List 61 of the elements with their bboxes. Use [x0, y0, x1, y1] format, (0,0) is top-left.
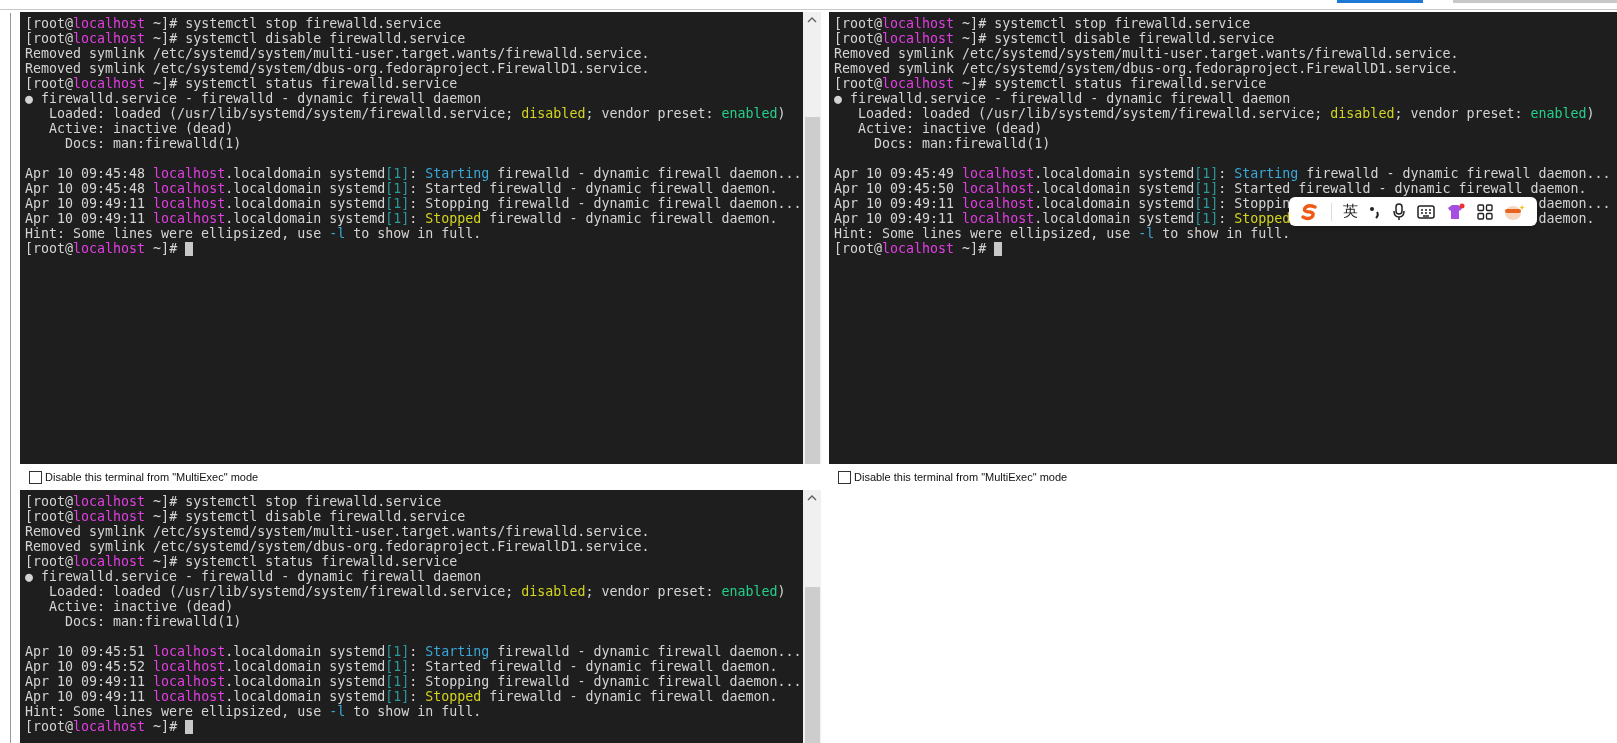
terminal-line: Removed symlink /etc/systemd/system/multi-user.target.wants/firewalld.service. [25, 524, 650, 539]
terminal-line: [root@localhost ~]# systemctl status firewalld.service [25, 554, 458, 569]
terminal-line: Apr 10 09:49:11 localhost.localdomain systemd[1]: Stopped firewalld - dynamic firewall daemon. [25, 211, 778, 226]
microphone-icon[interactable] [1391, 202, 1406, 221]
terminal-line: Active: inactive (dead) [48, 121, 234, 136]
shirt-icon[interactable] [1445, 202, 1466, 221]
terminal-panel[interactable] [20, 490, 803, 743]
scrollbar[interactable] [803, 490, 821, 743]
terminal-line: [root@localhost ~]# [25, 241, 179, 256]
terminal-line: Removed symlink /etc/systemd/system/dbus-org.fedoraproject.FirewallD1.service. [25, 539, 650, 554]
terminal-panel[interactable] [829, 12, 1617, 464]
terminal-line: [root@localhost ~]# systemctl disable firewalld.service [834, 31, 1275, 46]
terminal-line: Apr 10 09:45:49 localhost.localdomain systemd[1]: Starting firewalld - dynamic firewall daemon... [834, 166, 1611, 181]
terminal-line: Active: inactive (dead) [48, 599, 234, 614]
terminal-line: [root@localhost ~]# [25, 719, 179, 734]
terminal-line: Apr 10 09:45:51 localhost.localdomain systemd[1]: Starting firewalld - dynamic firewall daemon... [25, 644, 802, 659]
terminal-line: Removed symlink /etc/systemd/system/multi-user.target.wants/firewalld.service. [25, 46, 650, 61]
terminal-panel[interactable] [20, 12, 803, 464]
terminal-line: [root@localhost ~]# systemctl disable firewalld.service [25, 31, 466, 46]
terminal-line: Apr 10 09:49:11 localhost.localdomain systemd[1]: Stopping firewalld - dynamic firewall daemon... [25, 196, 802, 211]
terminal-line: Apr 10 09:45:52 localhost.localdomain systemd[1]: Started firewalld - dynamic firewall daemon. [25, 659, 778, 674]
terminal-line: Removed symlink /etc/systemd/system/multi-user.target.wants/firewalld.service. [834, 46, 1459, 61]
terminal-line: Docs: man:firewalld(1) [64, 614, 242, 629]
keyboard-icon[interactable] [1416, 203, 1435, 220]
terminal-line: Apr 10 09:49:11 localhost.localdomain systemd[1]: Stoppin [834, 196, 1291, 211]
terminal-line: Apr 10 09:49:11 localhost.localdomain systemd[1]: Stopping firewalld - dynamic firewall daemon... [25, 674, 802, 689]
terminal-line: ● firewalld.service - firewalld - dynamic firewall daemon [25, 91, 482, 106]
terminal-line: [root@localhost ~]# systemctl status firewalld.service [25, 76, 458, 91]
grid-icon[interactable] [1476, 203, 1493, 220]
terminal-line: [root@localhost ~]# systemctl stop firewalld.service [25, 494, 442, 509]
checkbox[interactable] [838, 470, 851, 484]
terminal-line: Hint: Some lines were ellipsized, use -l to show in full. [834, 226, 1291, 241]
scrollbar[interactable] [803, 12, 821, 464]
terminal-line: Removed symlink /etc/systemd/system/dbus-org.fedoraproject.FirewallD1.service. [25, 61, 650, 76]
terminal-line: Apr 10 09:45:48 localhost.localdomain systemd[1]: Started firewalld - dynamic firewall daemon. [25, 181, 778, 196]
terminal-line: ● firewalld.service - firewalld - dynamic firewall daemon [834, 91, 1291, 106]
terminal-line: Active: inactive (dead) [857, 121, 1043, 136]
terminal-line: [root@localhost ~]# systemctl status firewalld.service [834, 76, 1267, 91]
terminal-line: Docs: man:firewalld(1) [64, 136, 242, 151]
terminal-line: [root@localhost ~]# systemctl disable firewalld.service [25, 509, 466, 524]
terminal-line: Apr 10 09:49:11 localhost.localdomain systemd[1]: Stopped firewalld - dynamic firewall daemon. [25, 689, 778, 704]
terminal-line: daemon... [1538, 196, 1611, 211]
terminal-line: Hint: Some lines were ellipsized, use -l to show in full. [25, 704, 482, 719]
terminal-line: Loaded: loaded (/usr/lib/systemd/system/firewalld.service; disabled; vendor preset: enabled) [857, 106, 1595, 121]
terminal-line: Loaded: loaded (/usr/lib/systemd/system/firewalld.service; disabled; vendor preset: enabled) [48, 106, 786, 121]
terminal-line: Apr 10 09:45:50 localhost.localdomain systemd[1]: Started firewalld - dynamic firewall daemon. [834, 181, 1587, 196]
terminal-line: Hint: Some lines were ellipsized, use -l to show in full. [25, 226, 482, 241]
terminal-line: Docs: man:firewalld(1) [873, 136, 1051, 151]
terminal-line: [root@localhost ~]# systemctl stop firewalld.service [834, 16, 1251, 31]
terminal-line: Apr 10 09:45:48 localhost.localdomain systemd[1]: Starting firewalld - dynamic firewall daemon... [25, 166, 802, 181]
checkbox[interactable] [29, 470, 42, 484]
terminal-line: [root@localhost ~]# systemctl stop firewalld.service [25, 16, 442, 31]
language-toggle[interactable]: 英 [1343, 204, 1359, 219]
checkbox-label[interactable]: Disable this terminal from "MultiExec" mode [45, 471, 259, 483]
terminal-line: [root@localhost ~]# [834, 241, 988, 256]
checkbox-label[interactable]: Disable this terminal from "MultiExec" mode [854, 471, 1068, 483]
terminal-line: Apr 10 09:49:11 localhost.localdomain systemd[1]: Stopped [834, 211, 1291, 226]
terminal-line: Removed symlink /etc/systemd/system/dbus-org.fedoraproject.FirewallD1.service. [834, 61, 1459, 76]
terminal-line: ● firewalld.service - firewalld - dynamic firewall daemon [25, 569, 482, 584]
terminal-line: Loaded: loaded (/usr/lib/systemd/system/firewalld.service; disabled; vendor preset: enabled) [48, 584, 786, 599]
terminal-line: daemon. [1538, 211, 1595, 226]
